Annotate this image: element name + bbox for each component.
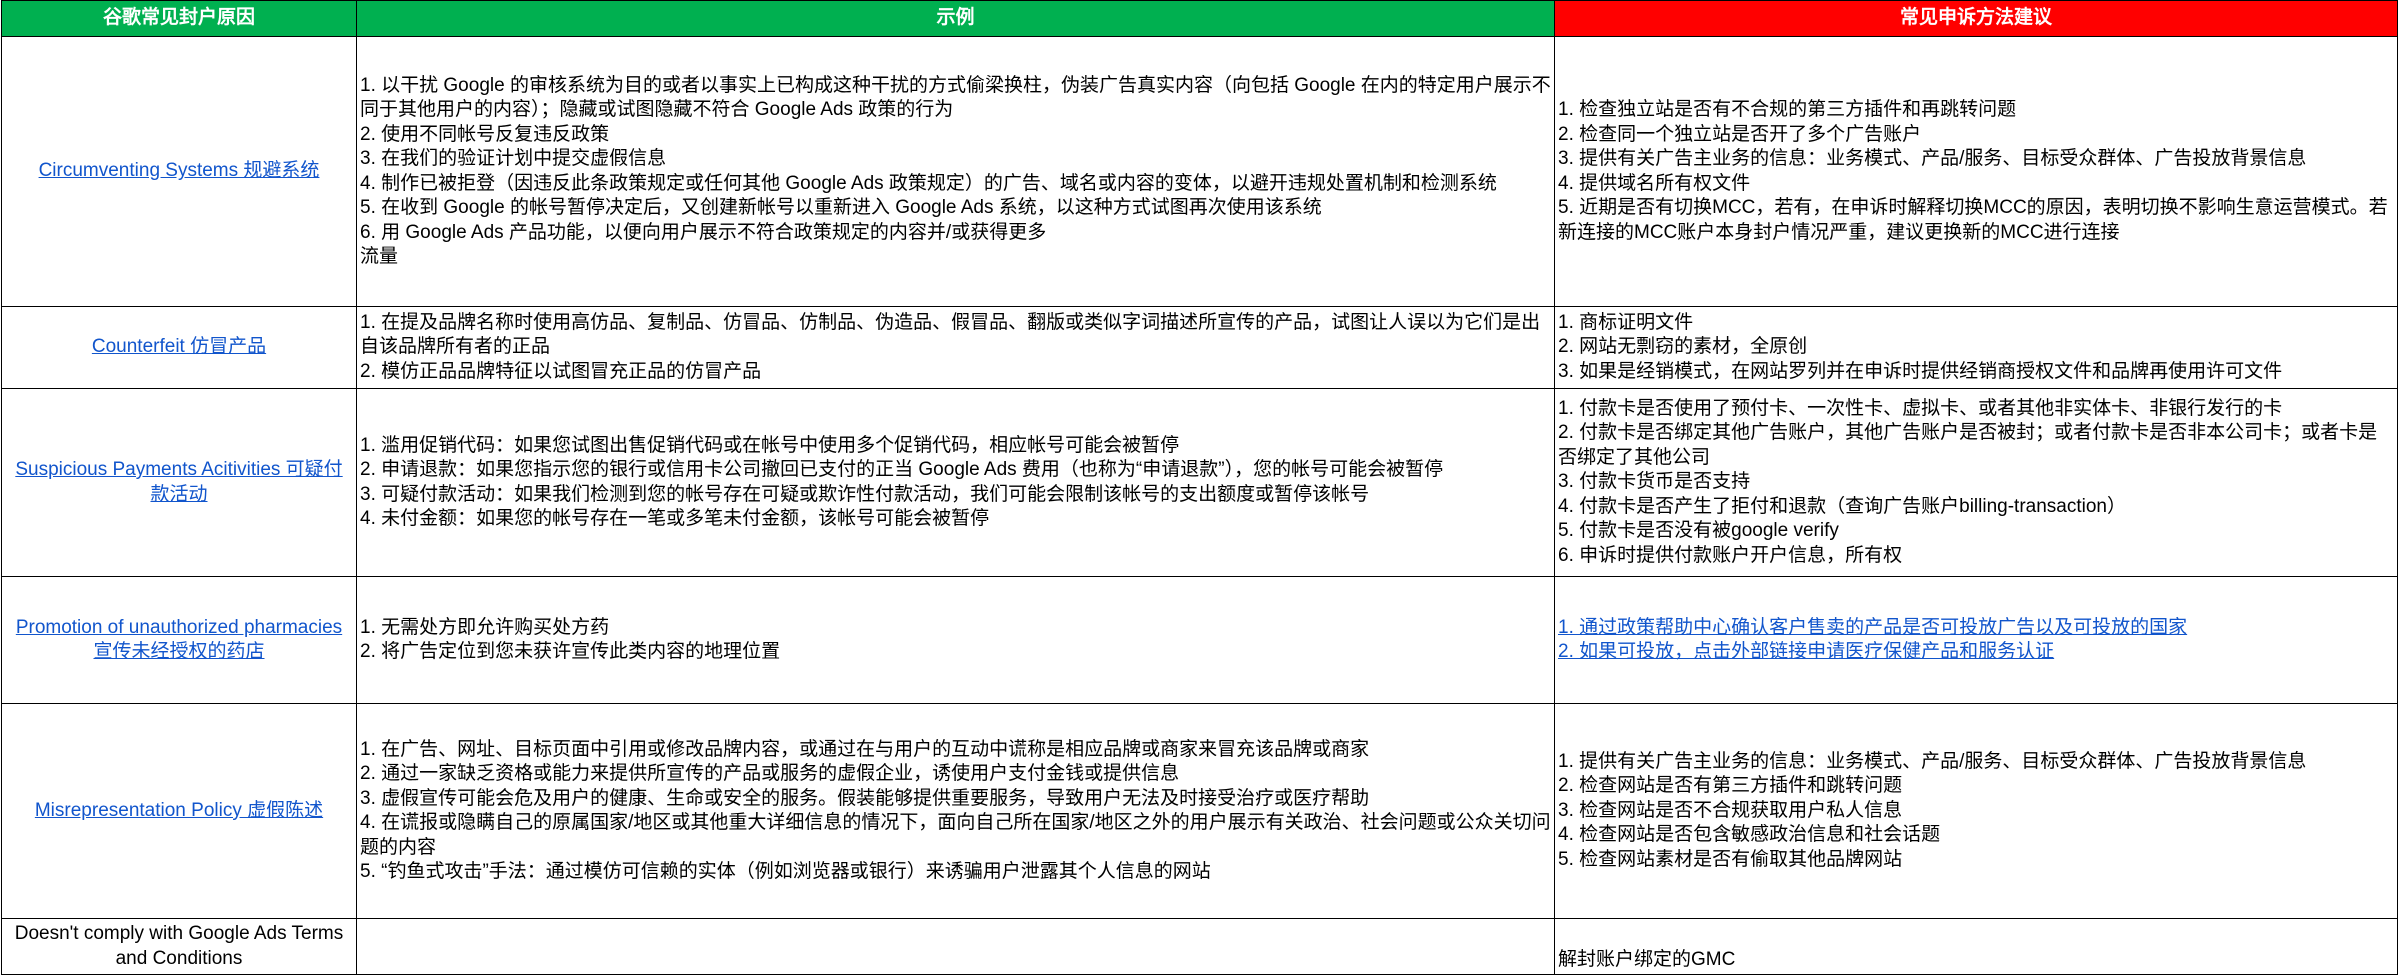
example-line: 4. 制作已被拒登（因违反此条政策规定或任何其他 Google Ads 政策规定…: [360, 172, 1497, 194]
table-row: Counterfeit 仿冒产品 1. 在提及品牌名称时使用高仿品、复制品、仿冒品…: [1, 306, 2398, 389]
appeal-link[interactable]: 2. 如果可投放，点击外部链接申请医疗保健产品和服务认证: [1558, 640, 2394, 665]
appeal-cell[interactable]: 1. 商标证明文件 2. 网站无剽窃的素材，全原创 3. 如果是经销模式，在网站罗列…: [1554, 306, 2398, 389]
example-line: 3. 虚假宣传可能会危及用户的健康、生命或安全的服务。假装能够提供重要服务，导致…: [360, 787, 1370, 809]
example-line: 1. 滥用促销代码：如果您试图出售促销代码或在帐号中使用多个促销代码，相应帐号可…: [360, 434, 1180, 456]
appeal-cell[interactable]: 1. 通过政策帮助中心确认客户售卖的产品是否可投放广告以及可投放的国家 2. 如果…: [1554, 576, 2398, 704]
appeal-line: 2. 检查同一个独立站是否开了多个广告账户: [1558, 123, 1922, 145]
appeal-line: 1. 检查独立站是否有不合规的第三方插件和再跳转问题: [1558, 99, 2017, 120]
reason-cell[interactable]: Suspicious Payments Acitivities 可疑付款活动: [1, 388, 357, 577]
example-cell[interactable]: 1. 在提及品牌名称时使用高仿品、复制品、仿冒品、仿制品、伪造品、假冒品、翻版或…: [356, 306, 1555, 389]
example-line: 1. 无需处方即允许购买处方药: [360, 616, 610, 638]
table-row: Suspicious Payments Acitivities 可疑付款活动 1.…: [1, 388, 2398, 577]
appeal-cell[interactable]: 1. 提供有关广告主业务的信息：业务模式、产品/服务、目标受众群体、广告投放背景…: [1554, 703, 2398, 919]
appeal-line: 2. 网站无剽窃的素材，全原创: [1558, 336, 1808, 358]
example-line: 流量: [360, 246, 399, 267]
header-appeal[interactable]: 常见申诉方法建议: [1554, 0, 2398, 37]
appeal-link[interactable]: 1. 通过政策帮助中心确认客户售卖的产品是否可投放广告以及可投放的国家: [1558, 616, 2394, 641]
appeal-line: 1. 提供有关广告主业务的信息：业务模式、产品/服务、目标受众群体、广告投放背景…: [1558, 750, 2307, 772]
reason-cell[interactable]: Counterfeit 仿冒产品: [1, 306, 357, 389]
table-row: Doesn't comply with Google Ads Terms and…: [1, 918, 2398, 975]
appeal-line: 3. 如果是经销模式，在网站罗列并在申诉时提供经销商授权文件和品牌再使用许可文件: [1558, 360, 2283, 382]
appeal-line: 4. 付款卡是否产生了拒付和退款（查询广告账户billing-transacti…: [1558, 495, 2126, 517]
appeal-line: 5. 检查网站素材是否有偷取其他品牌网站: [1558, 848, 1903, 870]
reason-cell[interactable]: Doesn't comply with Google Ads Terms and…: [1, 918, 357, 975]
example-line: 4. 在谎报或隐瞒自己的原属国家/地区或其他重大详细信息的情况下，面向自己所在国…: [360, 812, 1551, 858]
example-cell[interactable]: 1. 以干扰 Google 的审核系统为目的或者以事实上已构成这种干扰的方式偷梁…: [356, 36, 1555, 307]
reason-cell[interactable]: Promotion of unauthorized pharmacies 宣传未…: [1, 576, 357, 704]
example-line: 1. 在广告、网址、目标页面中引用或修改品牌内容，或通过在与用户的互动中谎称是相…: [360, 738, 1370, 760]
table-row: Promotion of unauthorized pharmacies 宣传未…: [1, 576, 2398, 704]
example-cell[interactable]: 1. 在广告、网址、目标页面中引用或修改品牌内容，或通过在与用户的互动中谎称是相…: [356, 703, 1555, 919]
reason-cell[interactable]: Misrepresentation Policy 虚假陈述: [1, 703, 357, 919]
reason-cell[interactable]: Circumventing Systems 规避系统: [1, 36, 357, 307]
appeal-line: 解封账户绑定的GMC: [1558, 948, 1736, 970]
example-line: 1. 在提及品牌名称时使用高仿品、复制品、仿冒品、仿制品、伪造品、假冒品、翻版或…: [360, 311, 1541, 358]
header-row: 谷歌常见封户原因 示例 常见申诉方法建议: [1, 0, 2398, 37]
example-cell[interactable]: [356, 918, 1555, 975]
appeal-line: 4. 提供域名所有权文件: [1558, 172, 1751, 194]
appeal-line: 1. 付款卡是否使用了预付卡、一次性卡、虚拟卡、或者其他非实体卡、非银行发行的卡: [1558, 397, 2283, 419]
example-cell[interactable]: 1. 无需处方即允许购买处方药 2. 将广告定位到您未获许宣传此类内容的地理位置: [356, 576, 1555, 704]
appeal-cell[interactable]: 1. 检查独立站是否有不合规的第三方插件和再跳转问题 2. 检查同一个独立站是否开…: [1554, 36, 2398, 307]
reason-link[interactable]: Misrepresentation Policy 虚假陈述: [35, 800, 323, 821]
appeal-line: 6. 申诉时提供付款账户开户信息，所有权: [1558, 544, 1903, 566]
example-cell[interactable]: 1. 滥用促销代码：如果您试图出售促销代码或在帐号中使用多个促销代码，相应帐号可…: [356, 388, 1555, 577]
example-line: 6. 用 Google Ads 产品功能，以便向用户展示不符合政策规定的内容并/…: [360, 221, 1047, 243]
reason-link[interactable]: Counterfeit 仿冒产品: [92, 336, 266, 357]
reason-link[interactable]: Circumventing Systems 规避系统: [39, 160, 320, 181]
appeal-cell[interactable]: 1. 付款卡是否使用了预付卡、一次性卡、虚拟卡、或者其他非实体卡、非银行发行的卡…: [1554, 388, 2398, 577]
appeal-line: 5. 付款卡是否没有被google verify: [1558, 520, 1839, 542]
example-line: 4. 未付金额：如果您的帐号存在一笔或多笔未付金额，该帐号可能会被暂停: [360, 508, 990, 529]
table-row: Circumventing Systems 规避系统 1. 以干扰 Google …: [1, 36, 2398, 307]
appeal-line: 5. 近期是否有切换MCC，若有，在申诉时解释切换MCC的原因，表明切换不影响生…: [1558, 197, 2388, 243]
example-line: 5. “钓鱼式攻击”手法：通过模仿可信赖的实体（例如浏览器或银行）来诱骗用户泄露…: [360, 861, 1211, 882]
reason-link[interactable]: Promotion of unauthorized pharmacies 宣传未…: [16, 617, 342, 663]
example-line: 2. 通过一家缺乏资格或能力来提供所宣传的产品或服务的虚假企业，诱使用户支付金钱…: [360, 763, 1180, 784]
header-reason[interactable]: 谷歌常见封户原因: [1, 0, 357, 37]
example-line: 2. 模仿正品品牌特征以试图冒充正品的仿冒产品: [360, 360, 762, 382]
header-example[interactable]: 示例: [356, 0, 1555, 37]
example-line: 1. 以干扰 Google 的审核系统为目的或者以事实上已构成这种干扰的方式偷梁…: [360, 74, 1551, 121]
appeal-line: 2. 检查网站是否有第三方插件和跳转问题: [1558, 775, 1903, 797]
policy-table: 谷歌常见封户原因 示例 常见申诉方法建议 Circumventing Syste…: [1, 0, 2398, 975]
example-line: 2. 将广告定位到您未获许宣传此类内容的地理位置: [360, 641, 781, 662]
appeal-line: 3. 检查网站是否不合规获取用户私人信息: [1558, 799, 1903, 821]
example-line: 3. 可疑付款活动：如果我们检测到您的帐号存在可疑或欺诈性付款活动，我们可能会限…: [360, 483, 1370, 505]
example-line: 3. 在我们的验证计划中提交虚假信息: [360, 148, 667, 169]
example-line: 5. 在收到 Google 的帐号暂停决定后，又创建新帐号以重新进入 Googl…: [360, 197, 1322, 218]
appeal-line: 4. 检查网站是否包含敏感政治信息和社会话题: [1558, 824, 1941, 846]
appeal-line: 2. 付款卡是否绑定其他广告账户，其他广告账户是否被封；或者付款卡是否非本公司卡…: [1558, 422, 2378, 468]
appeal-line: 3. 提供有关广告主业务的信息：业务模式、产品/服务、目标受众群体、广告投放背景…: [1558, 148, 2307, 169]
appeal-line: 1. 商标证明文件: [1558, 311, 1694, 333]
table-body: Circumventing Systems 规避系统 1. 以干扰 Google …: [1, 36, 2398, 975]
example-line: 2. 申请退款：如果您指示您的银行或信用卡公司撤回已支付的正当 Google A…: [360, 459, 1444, 480]
example-line: 2. 使用不同帐号反复违反政策: [360, 123, 610, 145]
reason-text: Doesn't comply with Google Ads Terms and…: [14, 923, 344, 969]
reason-link[interactable]: Suspicious Payments Acitivities 可疑付款活动: [15, 459, 342, 505]
table-row: Misrepresentation Policy 虚假陈述 1. 在广告、网址、目…: [1, 703, 2398, 919]
appeal-line: 3. 付款卡货币是否支持: [1558, 471, 1751, 493]
appeal-cell[interactable]: 解封账户绑定的GMC: [1554, 918, 2398, 975]
